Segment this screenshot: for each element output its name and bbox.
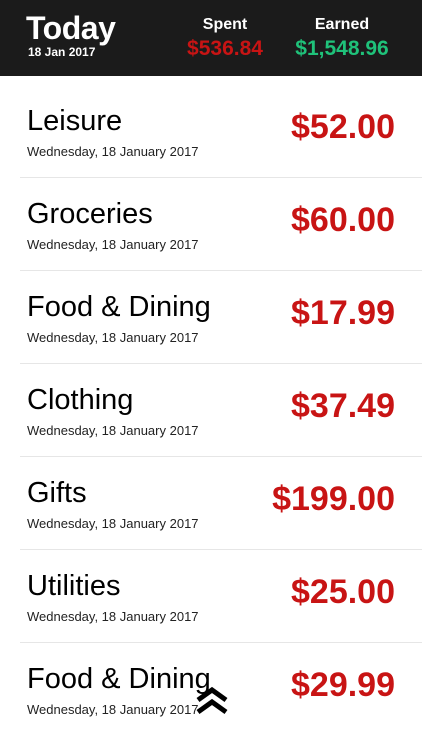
transaction-date: Wednesday, 18 January 2017 <box>27 330 199 345</box>
transaction-category: Groceries <box>27 198 153 230</box>
transaction-category: Clothing <box>27 384 134 416</box>
transaction-amount: $29.99 <box>291 666 395 704</box>
double-chevron-up-icon[interactable] <box>194 686 230 716</box>
transaction-row[interactable]: Food & Dining Wednesday, 18 January 2017… <box>20 271 422 364</box>
transaction-amount: $37.49 <box>291 387 395 425</box>
transaction-date: Wednesday, 18 January 2017 <box>27 516 199 531</box>
transaction-date: Wednesday, 18 January 2017 <box>27 609 199 624</box>
transaction-row[interactable]: Utilities Wednesday, 18 January 2017 $25… <box>20 550 422 643</box>
transaction-row[interactable]: Leisure Wednesday, 18 January 2017 $52.0… <box>20 85 422 178</box>
transaction-row[interactable]: Clothing Wednesday, 18 January 2017 $37.… <box>20 364 422 457</box>
transaction-amount: $17.99 <box>291 294 395 332</box>
transaction-category: Food & Dining <box>27 663 211 695</box>
earned-summary: Earned $1,548.96 <box>286 15 398 62</box>
earned-value: $1,548.96 <box>295 37 389 60</box>
transaction-list: Leisure Wednesday, 18 January 2017 $52.0… <box>0 85 422 735</box>
spent-label: Spent <box>202 16 248 33</box>
earned-label: Earned <box>314 16 370 33</box>
transaction-category: Food & Dining <box>27 291 211 323</box>
spent-value: $536.84 <box>187 37 263 60</box>
transaction-category: Gifts <box>27 477 87 509</box>
transaction-date: Wednesday, 18 January 2017 <box>27 423 199 438</box>
spent-summary: Spent $536.84 <box>180 15 270 62</box>
transaction-date: Wednesday, 18 January 2017 <box>27 144 199 159</box>
header-date: 18 Jan 2017 <box>28 45 96 59</box>
transaction-date: Wednesday, 18 January 2017 <box>27 237 199 252</box>
transaction-amount: $25.00 <box>291 573 395 611</box>
transaction-row[interactable]: Groceries Wednesday, 18 January 2017 $60… <box>20 178 422 271</box>
transaction-amount: $52.00 <box>291 108 395 146</box>
transaction-amount: $60.00 <box>291 201 395 239</box>
transaction-row[interactable]: Gifts Wednesday, 18 January 2017 $199.00 <box>20 457 422 550</box>
transaction-category: Utilities <box>27 570 121 602</box>
page-title: Today <box>26 10 116 46</box>
summary-header: Today 18 Jan 2017 Spent $536.84 Earned $… <box>0 0 422 76</box>
transaction-category: Leisure <box>27 105 123 137</box>
transaction-date: Wednesday, 18 January 2017 <box>27 702 199 717</box>
transaction-amount: $199.00 <box>272 480 395 518</box>
